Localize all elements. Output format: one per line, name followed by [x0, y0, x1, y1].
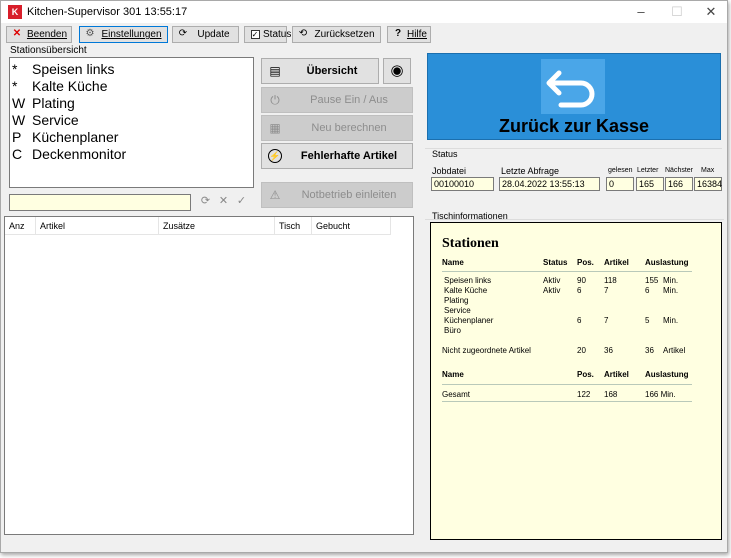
header-name-total: Name — [442, 370, 464, 379]
toolbar: ✕ Beenden ⚙ Einstellungen ⟳ Update ✓ Sta… — [1, 24, 727, 44]
window-title: Kitchen-Supervisor 301 13:55:17 — [27, 6, 188, 18]
column-header[interactable]: Artikel — [36, 217, 159, 235]
gelesen-label: gelesen — [608, 167, 633, 174]
title-bar: K Kitchen-Supervisor 301 13:55:17 – ☐ ✕ — [1, 1, 727, 23]
maximize-button[interactable]: ☐ — [660, 1, 694, 23]
panel-title: Stationen — [442, 236, 499, 251]
gear-icon: ⚙ — [85, 28, 95, 39]
clear-icon[interactable]: ✕ — [216, 194, 231, 209]
jobdatei-field: 00100010 — [431, 177, 494, 191]
checkbox-checked-icon: ✓ — [250, 30, 260, 39]
zuruecksetzen-button[interactable]: ⟲ Zurücksetzen — [292, 26, 381, 43]
list-item[interactable]: W Plating — [12, 95, 253, 112]
letzter-field: 165 — [636, 177, 664, 191]
monitor-settings-button[interactable]: ◉ — [383, 58, 411, 84]
letzter-label: Letzter — [637, 167, 659, 174]
station-list[interactable]: * Speisen links * Kalte Küche W Plating W Se… — [9, 57, 254, 188]
power-icon: ⏻ — [270, 93, 280, 107]
reset-icon: ⟲ — [298, 28, 308, 39]
confirm-check-icon[interactable]: ✓ — [234, 194, 249, 209]
header-pos: Pos. — [577, 258, 594, 267]
naechster-field: 166 — [665, 177, 693, 191]
header-name: Name — [442, 258, 464, 267]
column-header[interactable]: Gebucht — [312, 217, 391, 235]
fehlerhafte-artikel-button[interactable]: ⚡ Fehlerhafte Artikel — [261, 143, 413, 169]
hilfe-button[interactable]: ? Hilfe — [387, 26, 431, 43]
uebersicht-button[interactable]: ▤ Übersicht — [261, 58, 379, 84]
webcam-icon: ◉ — [390, 62, 404, 79]
update-button[interactable]: ⟳ Update — [172, 26, 239, 43]
filter-input[interactable] — [9, 194, 191, 211]
letzte-abfrage-label: Letzte Abfrage — [501, 166, 560, 176]
refresh-icon: ⟳ — [178, 28, 188, 39]
refresh-small-icon[interactable]: ⟳ — [198, 194, 213, 209]
status-group — [425, 148, 722, 200]
gelesen-field: 0 — [606, 177, 634, 191]
header-artikel: Artikel — [604, 258, 629, 267]
list-item[interactable]: P Küchenplaner — [12, 129, 253, 146]
document-icon: ▤ — [269, 64, 281, 78]
list-item[interactable]: * Kalte Küche — [12, 78, 253, 95]
beenden-button[interactable]: ✕ Beenden — [6, 26, 72, 43]
kasse-label: Zurück zur Kasse — [498, 116, 650, 136]
help-icon: ? — [394, 28, 402, 39]
minimize-button[interactable]: – — [624, 1, 658, 23]
naechster-label: Nächster — [665, 167, 694, 174]
list-item[interactable]: W Service — [12, 112, 253, 129]
column-header[interactable]: Zusätze — [159, 217, 275, 235]
header-pos-total: Pos. — [577, 370, 594, 379]
letzte-abfrage-field: 28.04.2022 13:55:13 — [499, 177, 600, 191]
header-status: Status — [543, 258, 568, 267]
max-field: 16384 — [694, 177, 722, 191]
divider — [442, 384, 692, 385]
header-auslastung-total: Auslastung — [645, 370, 689, 379]
neu-berechnen-button[interactable]: ▦ Neu berechnen — [261, 115, 413, 141]
return-arrow-icon — [541, 59, 605, 114]
close-window-button[interactable]: ✕ — [694, 1, 728, 23]
app-logo-icon: K — [8, 5, 22, 19]
tischinfo-panel: Stationen Name Status Pos. Artikel Ausla… — [430, 222, 722, 540]
max-label: Max — [701, 167, 715, 174]
grid-header: Anz Artikel Zusätze Tisch Gebucht — [5, 217, 391, 235]
list-item[interactable]: * Speisen links — [12, 61, 253, 78]
pause-button[interactable]: ⏻ Pause Ein / Aus — [261, 87, 413, 113]
column-header[interactable]: Anz — [5, 217, 36, 235]
lightning-icon: ⚡ — [268, 149, 282, 163]
status-label: Status — [432, 149, 458, 159]
order-grid[interactable]: Anz Artikel Zusätze Tisch Gebucht — [4, 216, 414, 535]
column-header[interactable]: Tisch — [275, 217, 312, 235]
tischinfo-label: Tischinformationen — [432, 211, 508, 221]
list-item[interactable]: C Deckenmonitor — [12, 146, 253, 163]
divider — [442, 401, 692, 402]
status-toggle[interactable]: ✓ Status — [244, 26, 291, 43]
header-auslastung: Auslastung — [645, 258, 689, 267]
jobdatei-label: Jobdatei — [432, 166, 467, 176]
close-x-icon: ✕ — [12, 28, 22, 39]
calculator-icon: ▦ — [269, 121, 281, 135]
stations-label: Stationsübersicht — [10, 45, 87, 56]
notbetrieb-button[interactable]: ⚠ Notbetrieb einleiten — [261, 182, 413, 208]
zurueck-zur-kasse-button[interactable]: Zurück zur Kasse — [427, 53, 721, 140]
emergency-icon: ⚠ — [269, 188, 281, 202]
header-artikel-total: Artikel — [604, 370, 629, 379]
einstellungen-button[interactable]: ⚙ Einstellungen — [79, 26, 168, 43]
divider — [442, 271, 692, 272]
app-window: K Kitchen-Supervisor 301 13:55:17 – ☐ ✕ … — [0, 0, 728, 553]
